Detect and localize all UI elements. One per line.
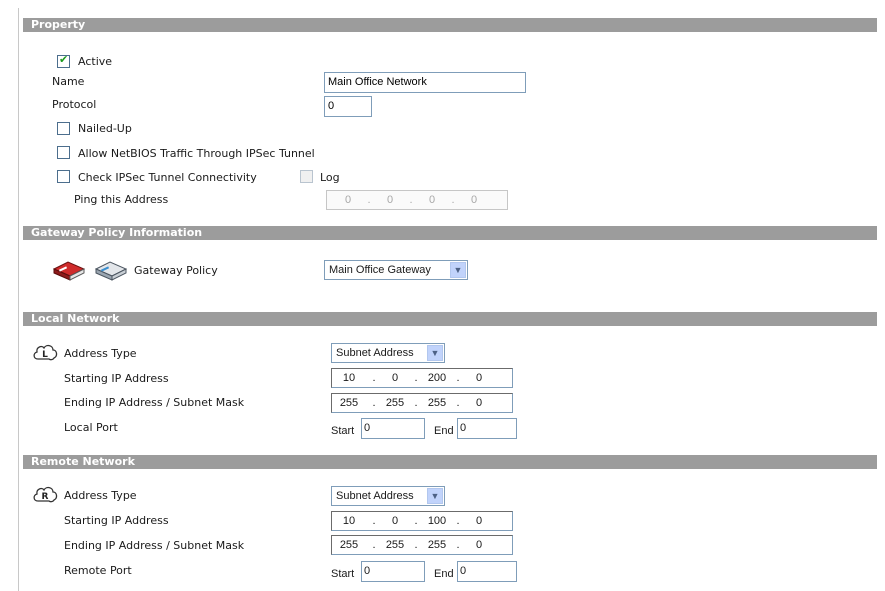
remote-network-cloud-icon: R — [33, 486, 58, 503]
ip-octet: 0 — [475, 515, 483, 527]
check-connectivity-checkbox[interactable] — [57, 170, 70, 183]
local-start-ip-label: Starting IP Address — [64, 372, 169, 385]
netbios-checkbox[interactable] — [57, 146, 70, 159]
ping-address-label: Ping this Address — [74, 193, 169, 206]
local-network-header: Local Network — [23, 312, 877, 326]
ip-octet: 0 — [391, 515, 399, 527]
protocol-label: Protocol — [52, 98, 97, 111]
ip-dot: . — [414, 372, 418, 384]
remote-port-start-input[interactable]: 0 — [361, 561, 425, 582]
ip-dot: . — [414, 539, 418, 551]
ping-octet-1: 0 — [344, 194, 352, 206]
check-connectivity-label: Check IPSec Tunnel Connectivity — [78, 171, 257, 184]
remote-start-ip-label: Starting IP Address — [64, 514, 169, 527]
remote-address-type-value: Subnet Address — [336, 490, 414, 502]
ip-octet: 200 — [427, 372, 447, 384]
local-network-cloud-icon: L — [33, 344, 58, 361]
ip-octet: 0 — [475, 539, 483, 551]
gateway-policy-label: Gateway Policy — [134, 264, 218, 277]
chevron-down-icon: ▼ — [427, 488, 443, 504]
remote-end-ip-label: Ending IP Address / Subnet Mask — [64, 539, 245, 552]
remote-port-start-label: Start — [331, 568, 355, 580]
ping-octet-3: 0 — [428, 194, 436, 206]
local-start-ip-input[interactable]: 10 . 0 . 200 . 0 — [331, 368, 513, 388]
chevron-down-icon: ▼ — [450, 262, 466, 278]
local-port-start-label: Start — [331, 425, 355, 437]
remote-address-type-select[interactable]: Subnet Address ▼ — [331, 486, 445, 506]
active-checkbox[interactable] — [57, 53, 70, 68]
ip-dot: . — [456, 515, 460, 527]
ip-dot: . — [414, 515, 418, 527]
local-port-end-label: End — [434, 425, 454, 437]
ip-dot: . — [372, 539, 376, 551]
router-gray-icon — [94, 261, 128, 281]
ping-address-input[interactable]: 0 . 0 . 0 . 0 — [326, 190, 508, 210]
ip-octet: 255 — [339, 539, 359, 551]
local-address-type-select[interactable]: Subnet Address ▼ — [331, 343, 445, 363]
netbios-label: Allow NetBIOS Traffic Through IPSec Tunn… — [78, 147, 315, 160]
ping-octet-4: 0 — [470, 194, 478, 206]
property-header: Property — [23, 18, 877, 32]
svg-text:L: L — [42, 350, 48, 360]
ip-octet: 255 — [427, 397, 447, 409]
remote-port-end-input[interactable]: 0 — [457, 561, 517, 582]
ip-octet: 0 — [475, 397, 483, 409]
remote-port-label: Remote Port — [64, 564, 132, 577]
ip-dot: . — [372, 372, 376, 384]
ip-octet: 100 — [427, 515, 447, 527]
active-label: Active — [78, 55, 113, 68]
gateway-header: Gateway Policy Information — [23, 226, 877, 240]
ip-dot: . — [456, 539, 460, 551]
remote-start-ip-input[interactable]: 10 . 0 . 100 . 0 — [331, 511, 513, 531]
local-port-label: Local Port — [64, 421, 118, 434]
gateway-policy-select[interactable]: Main Office Gateway ▼ — [324, 260, 468, 280]
ip-dot: . — [367, 194, 371, 206]
gateway-policy-value: Main Office Gateway — [329, 264, 431, 276]
name-label: Name — [52, 75, 85, 88]
ip-octet: 255 — [385, 397, 405, 409]
protocol-input[interactable]: 0 — [324, 96, 372, 117]
ping-octet-2: 0 — [386, 194, 394, 206]
remote-address-type-label: Address Type — [64, 489, 137, 502]
ip-octet: 255 — [385, 539, 405, 551]
ip-octet: 10 — [342, 515, 356, 527]
ip-dot: . — [372, 515, 376, 527]
ip-dot: . — [456, 372, 460, 384]
local-address-type-value: Subnet Address — [336, 347, 414, 359]
router-red-icon — [52, 261, 86, 281]
ip-octet: 255 — [339, 397, 359, 409]
nailed-up-label: Nailed-Up — [78, 122, 132, 135]
log-checkbox[interactable] — [300, 170, 313, 183]
ip-dot: . — [372, 397, 376, 409]
ip-octet: 0 — [391, 372, 399, 384]
local-port-start-input[interactable]: 0 — [361, 418, 425, 439]
local-address-type-label: Address Type — [64, 347, 137, 360]
name-input[interactable]: Main Office Network — [324, 72, 526, 93]
local-end-ip-input[interactable]: 255 . 255 . 255 . 0 — [331, 393, 513, 413]
ip-octet: 255 — [427, 539, 447, 551]
ip-dot: . — [414, 397, 418, 409]
remote-network-header: Remote Network — [23, 455, 877, 469]
remote-port-end-label: End — [434, 568, 454, 580]
remote-end-ip-input[interactable]: 255 . 255 . 255 . 0 — [331, 535, 513, 555]
content-frame — [18, 8, 878, 591]
local-end-ip-label: Ending IP Address / Subnet Mask — [64, 396, 245, 409]
svg-text:R: R — [42, 492, 49, 502]
chevron-down-icon: ▼ — [427, 345, 443, 361]
local-port-end-input[interactable]: 0 — [457, 418, 517, 439]
ip-octet: 10 — [342, 372, 356, 384]
nailed-up-checkbox[interactable] — [57, 122, 70, 135]
ip-octet: 0 — [475, 372, 483, 384]
ip-dot: . — [409, 194, 413, 206]
log-label: Log — [320, 171, 340, 184]
ip-dot: . — [456, 397, 460, 409]
ip-dot: . — [451, 194, 455, 206]
